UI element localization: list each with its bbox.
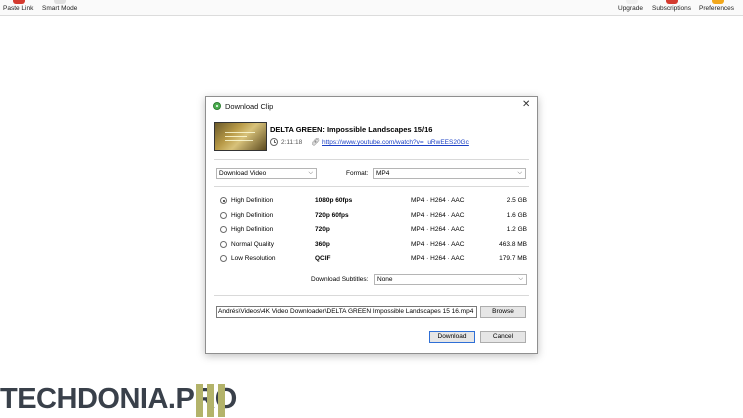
chevron-down-icon: ⌵ (518, 276, 523, 282)
quality-option-row[interactable]: High Definition 1080p 60fps MP4 · H264 ·… (206, 196, 537, 209)
app-logo-icon (213, 102, 221, 110)
subtitles-label: Download Subtitles: (311, 276, 369, 283)
subtitles-value: None (377, 276, 393, 283)
link-icon: 🔗︎ (311, 139, 320, 146)
file-size: 1.2 GB (506, 226, 527, 233)
preferences-icon (712, 0, 724, 4)
preferences-button[interactable]: Preferences (699, 0, 739, 15)
quality-label: High Definition (231, 197, 274, 204)
dialog-titlebar[interactable]: Download Clip ✕ (206, 97, 537, 116)
quality-option-row[interactable]: High Definition 720p MP4 · H264 · AAC 1.… (206, 225, 537, 238)
upgrade-icon (626, 0, 638, 4)
file-size: 463.8 MB (499, 241, 527, 248)
close-icon[interactable]: ✕ (522, 99, 530, 111)
video-url-link[interactable]: https://www.youtube.com/watch?v=_uRwEES2… (322, 139, 469, 146)
quality-label: High Definition (231, 212, 274, 219)
watermark-logo-bar (207, 384, 214, 417)
quality-label: Normal Quality (231, 241, 274, 248)
toolbar: Paste Link Smart Mode Upgrade Subscripti… (0, 0, 743, 16)
smart-mode-label: Smart Mode (42, 5, 78, 12)
format-info: MP4 · H264 · AAC (411, 226, 465, 233)
upgrade-label: Upgrade (618, 5, 643, 12)
subscriptions-icon (666, 0, 678, 4)
file-size: 179.7 MB (499, 255, 527, 262)
watermark-logo-bar (218, 384, 225, 417)
resolution-label: QCIF (315, 255, 331, 262)
smart-mode-button[interactable]: Smart Mode (42, 0, 80, 15)
clock-icon (270, 138, 278, 146)
subtitles-select[interactable]: None ⌵ (374, 274, 527, 285)
quality-radio[interactable] (220, 212, 227, 219)
subscriptions-button[interactable]: Subscriptions (652, 0, 694, 15)
quality-label: High Definition (231, 226, 274, 233)
format-value: MP4 (376, 170, 390, 177)
download-type-select[interactable]: Download Video ⌵ (216, 168, 317, 179)
format-info: MP4 · H264 · AAC (411, 197, 465, 204)
file-size: 2.5 GB (506, 197, 527, 204)
format-info: MP4 · H264 · AAC (411, 212, 465, 219)
video-duration: 2:11:18 (281, 139, 303, 146)
resolution-label: 720p (315, 226, 330, 233)
quality-label: Low Resolution (231, 255, 276, 262)
download-button[interactable]: Download (429, 331, 475, 343)
preferences-label: Preferences (699, 5, 735, 12)
paste-link-icon (13, 0, 25, 4)
paste-link-label: Paste Link (3, 5, 34, 12)
cancel-button[interactable]: Cancel (480, 331, 526, 343)
file-size: 1.6 GB (506, 212, 527, 219)
quality-option-row[interactable]: High Definition 720p 60fps MP4 · H264 · … (206, 211, 537, 224)
format-info: MP4 · H264 · AAC (411, 241, 465, 248)
resolution-label: 360p (315, 241, 330, 248)
chevron-down-icon: ⌵ (517, 170, 522, 176)
download-clip-dialog: Download Clip ✕ DELTA GREEN: Impossible … (205, 96, 538, 354)
format-info: MP4 · H264 · AAC (411, 255, 465, 262)
video-title: DELTA GREEN: Impossible Landscapes 15/16 (270, 125, 433, 134)
techdonia-watermark: TECHDONIA.PRO (0, 382, 237, 418)
quality-radio[interactable] (220, 197, 227, 204)
quality-option-row[interactable]: Low Resolution QCIF MP4 · H264 · AAC 179… (206, 254, 537, 267)
save-path-input[interactable]: Andrés\Videos\4K Video Downloader\DELTA … (216, 306, 477, 318)
paste-link-button[interactable]: Paste Link (3, 0, 37, 15)
download-type-value: Download Video (219, 170, 267, 177)
chevron-down-icon: ⌵ (308, 170, 313, 176)
resolution-label: 1080p 60fps (315, 197, 353, 204)
quality-option-row[interactable]: Normal Quality 360p MP4 · H264 · AAC 463… (206, 240, 537, 253)
watermark-logo-bar (196, 384, 203, 417)
browse-button[interactable]: Browse (480, 306, 526, 318)
format-select[interactable]: MP4 ⌵ (373, 168, 526, 179)
dialog-title: Download Clip (225, 102, 274, 111)
subscriptions-label: Subscriptions (652, 5, 692, 12)
video-thumbnail (214, 122, 267, 151)
quality-radio[interactable] (220, 255, 227, 262)
quality-radio[interactable] (220, 226, 227, 233)
quality-radio[interactable] (220, 241, 227, 248)
format-label: Format: (346, 170, 369, 177)
resolution-label: 720p 60fps (315, 212, 349, 219)
smart-mode-icon (54, 0, 66, 4)
divider (214, 159, 529, 160)
divider (214, 295, 529, 296)
upgrade-button[interactable]: Upgrade (618, 0, 646, 15)
divider (214, 186, 529, 187)
